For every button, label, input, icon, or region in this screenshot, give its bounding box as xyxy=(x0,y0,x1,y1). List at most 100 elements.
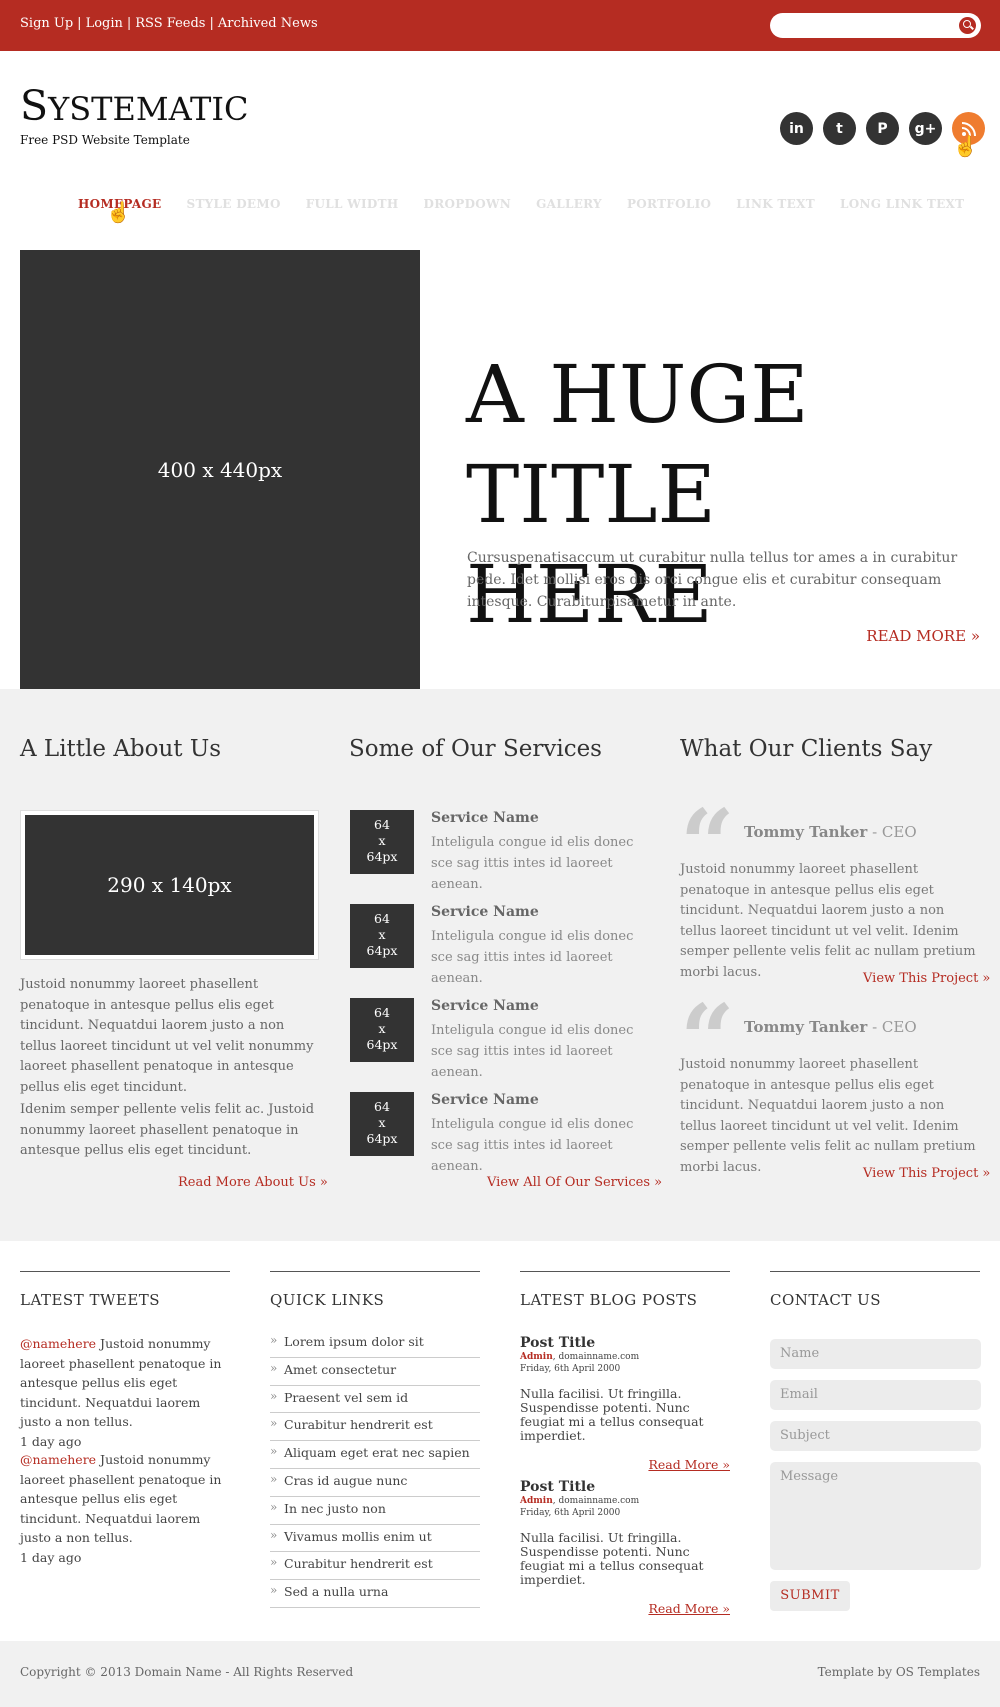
logo-rest: YSTEMATIC xyxy=(48,90,249,128)
testimonial: “ Tommy Tanker - CEO Justoid nonummy lao… xyxy=(680,992,980,1190)
login-link[interactable]: Login xyxy=(86,16,123,31)
hero-title-line: TITLE HERE xyxy=(466,448,716,641)
archived-news-link[interactable]: Archived News xyxy=(218,16,318,31)
service-item: 64 x 64px Service Name Inteligula congue i… xyxy=(350,904,650,986)
about-image: 290 x 140px xyxy=(25,815,314,955)
quick-link[interactable]: Praesent vel sem id xyxy=(270,1386,480,1414)
message-field[interactable]: Message xyxy=(770,1462,981,1570)
tweet-handle[interactable]: @namehere xyxy=(20,1336,96,1351)
quick-links-list: Lorem ipsum dolor sit Amet consectetur P… xyxy=(270,1330,480,1608)
google-plus-icon[interactable]: g+ xyxy=(909,112,942,145)
twitter-icon[interactable]: t xyxy=(823,112,856,145)
post-excerpt: Nulla facilisi. Ut fringilla. Suspendiss… xyxy=(520,1530,704,1587)
search-icon[interactable] xyxy=(959,17,976,34)
post-title[interactable]: Post Title xyxy=(520,1479,730,1495)
nav-gallery[interactable]: Gallery xyxy=(536,197,602,211)
quick-link[interactable]: Aliquam eget erat nec sapien xyxy=(270,1441,480,1469)
name-field[interactable]: Name xyxy=(770,1339,981,1369)
template-credit[interactable]: Template by OS Templates xyxy=(818,1665,980,1679)
hero-title-line: A HUGE xyxy=(466,348,809,441)
nav-portfolio[interactable]: Portfolio xyxy=(627,197,711,211)
view-project-link[interactable]: View This Project » xyxy=(863,1166,990,1181)
nav-dropdown[interactable]: Dropdown xyxy=(424,197,512,211)
search-input[interactable] xyxy=(770,13,981,38)
author-role: - CEO xyxy=(867,1018,917,1036)
pinterest-icon[interactable]: P xyxy=(866,112,899,145)
post-title[interactable]: Post Title xyxy=(520,1335,730,1351)
service-image: 64 x 64px xyxy=(350,998,414,1062)
service-description: Inteligula congue id elis donec sce sag … xyxy=(431,929,634,986)
email-field[interactable]: Email xyxy=(770,1380,981,1410)
quick-links-heading: Quick Links xyxy=(270,1291,385,1309)
quick-link[interactable]: Sed a nulla urna xyxy=(270,1580,480,1608)
tweets-column: Latest Tweets xyxy=(20,1271,230,1309)
clients-heading: What Our Clients Say xyxy=(680,736,933,762)
view-project-link[interactable]: View This Project » xyxy=(863,971,990,986)
contact-heading: Contact Us xyxy=(770,1291,882,1309)
site-logo[interactable]: SYSTEMATIC xyxy=(20,86,248,127)
separator: | xyxy=(126,16,132,31)
service-name[interactable]: Service Name xyxy=(431,810,539,826)
top-links: Sign Up | Login | RSS Feeds | Archived News xyxy=(20,16,318,31)
quick-link[interactable]: Amet consectetur xyxy=(270,1358,480,1386)
service-item: 64 x 64px Service Name Inteligula congue i… xyxy=(350,810,650,892)
post-domain: , domainname.com xyxy=(552,1496,640,1506)
service-name[interactable]: Service Name xyxy=(431,904,539,920)
contact-column: Contact Us xyxy=(770,1271,980,1309)
tweet: @namehere Justoid nonummy laoreet phasel… xyxy=(20,1334,230,1451)
testimonial-text: Justoid nonummy laoreet phasellent penat… xyxy=(680,862,976,980)
separator: | xyxy=(209,16,214,31)
post-domain: , domainname.com xyxy=(552,1352,640,1362)
tweets-heading: Latest Tweets xyxy=(20,1291,161,1309)
submit-button[interactable]: SUBMIT xyxy=(770,1581,850,1611)
nav-full-width[interactable]: Full Width xyxy=(306,197,399,211)
subject-field[interactable]: Subject xyxy=(770,1421,981,1451)
quick-link[interactable]: Lorem ipsum dolor sit xyxy=(270,1330,480,1358)
post-read-more-link[interactable]: Read More » xyxy=(520,1601,730,1616)
rss-feeds-link[interactable]: RSS Feeds xyxy=(135,16,205,31)
author-name: Tommy Tanker xyxy=(744,823,868,841)
separator: | xyxy=(77,16,82,31)
post-author[interactable]: Admin xyxy=(520,1496,553,1506)
tagline: Free PSD Website Template xyxy=(20,133,190,147)
post-read-more-link[interactable]: Read More » xyxy=(520,1457,730,1472)
tweet-time: 1 day ago xyxy=(20,1549,82,1565)
service-description: Inteligula congue id elis donec sce sag … xyxy=(431,835,634,892)
service-name[interactable]: Service Name xyxy=(431,998,539,1014)
service-name[interactable]: Service Name xyxy=(431,1092,539,1108)
service-description: Inteligula congue id elis donec sce sag … xyxy=(431,1117,634,1174)
nav-link-text[interactable]: Link Text xyxy=(736,197,815,211)
hand-cursor-icon: ☝ xyxy=(953,134,978,158)
service-item: 64 x 64px Service Name Inteligula congue i… xyxy=(350,998,650,1080)
post-meta: Admin, domainname.com xyxy=(520,1495,730,1507)
quick-link[interactable]: Vivamus mollis enim ut xyxy=(270,1525,480,1553)
quick-link[interactable]: Curabitur hendrerit est xyxy=(270,1413,480,1442)
service-image: 64 x 64px xyxy=(350,904,414,968)
hand-cursor-icon: ☝ xyxy=(106,200,131,224)
quick-links-column: Quick Links xyxy=(270,1271,480,1309)
quick-link[interactable]: In nec justo non xyxy=(270,1497,480,1525)
main-nav: Homepage Style Demo Full Width Dropdown … xyxy=(78,197,989,211)
signup-link[interactable]: Sign Up xyxy=(20,16,73,31)
nav-long-link-text[interactable]: Long Link Text xyxy=(840,197,964,211)
post-author[interactable]: Admin xyxy=(520,1352,553,1362)
service-item: 64 x 64px Service Name Inteligula congue i… xyxy=(350,1092,650,1174)
service-description: Inteligula congue id elis donec sce sag … xyxy=(431,1023,634,1080)
tweet-handle[interactable]: @namehere xyxy=(20,1452,96,1467)
linkedin-icon[interactable]: in xyxy=(780,112,813,145)
testimonial-text: Justoid nonummy laoreet phasellent penat… xyxy=(680,1057,976,1175)
author-role: - CEO xyxy=(867,823,917,841)
author-name: Tommy Tanker xyxy=(744,1018,868,1036)
tweet: @namehere Justoid nonummy laoreet phasel… xyxy=(20,1450,230,1567)
quick-link[interactable]: Curabitur hendrerit est xyxy=(270,1552,480,1581)
testimonial-author: Tommy Tanker - CEO xyxy=(744,1018,917,1036)
logo-initial: S xyxy=(20,82,49,130)
quick-link[interactable]: Cras id augue nunc xyxy=(270,1469,480,1497)
services-view-all-link[interactable]: View All Of Our Services » xyxy=(487,1175,662,1190)
post-date: Friday, 6th April 2000 xyxy=(520,1508,621,1518)
nav-style-demo[interactable]: Style Demo xyxy=(186,197,280,211)
hero-text: Cursuspenatisaccum ut curabitur nulla te… xyxy=(467,550,958,610)
hero-read-more-link[interactable]: READ MORE » xyxy=(866,627,980,645)
about-heading: A Little About Us xyxy=(20,736,222,762)
about-read-more-link[interactable]: Read More About Us » xyxy=(178,1175,328,1190)
